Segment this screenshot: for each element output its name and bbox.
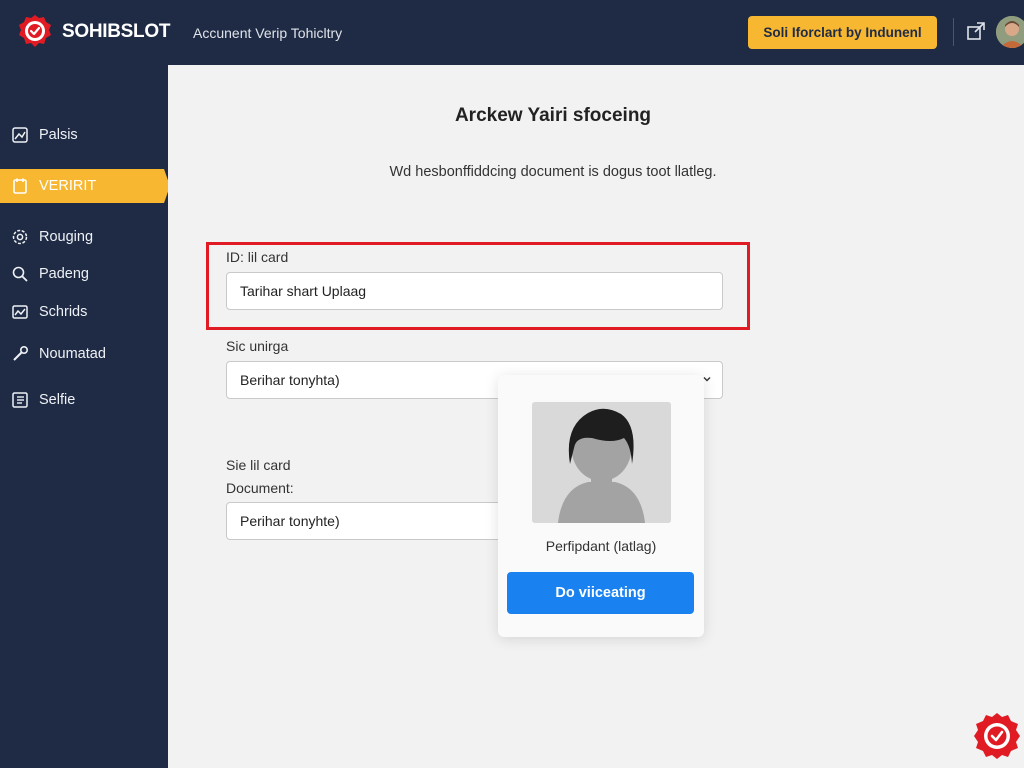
selfie-caption: Perfipdant (latlag) xyxy=(545,538,657,554)
sidebar-item-noumatad[interactable]: Noumatad xyxy=(0,337,168,371)
shield-check-badge-icon[interactable] xyxy=(973,712,1021,760)
search-icon xyxy=(12,266,28,282)
second-field-label: Sic unirga xyxy=(226,338,289,354)
header-cta-button[interactable]: Soli Iforclart by Indunenl xyxy=(748,16,937,49)
selfie-card: Perfipdant (latlag) Do viiceating xyxy=(498,375,704,637)
header-subtitle: Accunent Verip Tohicltry xyxy=(193,25,343,41)
selfie-placeholder-image xyxy=(532,402,671,523)
sidebar-item-rouging[interactable]: Rouging xyxy=(0,220,168,254)
brand-name[interactable]: SOHIBSLOT xyxy=(62,21,170,43)
top-navigation-bar: SOHIBSLOT Accunent Verip Tohicltry Soli … xyxy=(0,0,1024,65)
document-input-field[interactable]: Perihar tonyhte) xyxy=(226,502,526,540)
settings-icon xyxy=(12,229,28,245)
document-label: Document: xyxy=(226,480,294,496)
user-avatar[interactable] xyxy=(996,16,1024,48)
checklist-icon xyxy=(12,392,28,408)
sidebar-item-label: Padeng xyxy=(39,266,89,282)
sidebar-item-veririt[interactable]: VERIRIT xyxy=(0,169,170,203)
chart-icon xyxy=(12,305,28,319)
sidebar: Palsis VERIRIT Rouging Padeng Schrids No… xyxy=(0,65,170,768)
header-divider xyxy=(953,18,954,46)
page-title: Arckew Yairi sfoceing xyxy=(454,105,652,126)
sidebar-item-label: Selfie xyxy=(39,392,76,408)
id-card-label: ID: lil card xyxy=(226,249,289,265)
image-icon xyxy=(12,127,28,143)
verify-button[interactable]: Do viiceating xyxy=(507,572,694,614)
id-card-upload-field[interactable]: Tarihar shart Uplaag xyxy=(226,272,723,310)
external-link-icon[interactable] xyxy=(966,21,986,41)
sidebar-item-padeng[interactable]: Padeng xyxy=(0,257,168,291)
sidebar-item-label: Schrids xyxy=(39,304,88,320)
sidebar-item-label: Rouging xyxy=(39,229,94,245)
wrench-icon xyxy=(13,345,29,361)
sidebar-item-palsis[interactable]: Palsis xyxy=(0,118,168,152)
sidebar-item-schrids[interactable]: Schrids xyxy=(0,295,168,329)
sidebar-item-label: Palsis xyxy=(39,127,78,143)
sidebar-item-label: VERIRIT xyxy=(39,178,97,194)
third-field-label: Sie lil card xyxy=(226,457,291,473)
sidebar-item-selfie[interactable]: Selfie xyxy=(0,383,168,417)
sidebar-item-label: Noumatad xyxy=(39,346,106,362)
document-icon xyxy=(13,178,27,194)
page-description: Wd hesbonffiddcing document is dogus too… xyxy=(389,164,717,180)
shield-check-badge-icon[interactable] xyxy=(18,14,52,48)
